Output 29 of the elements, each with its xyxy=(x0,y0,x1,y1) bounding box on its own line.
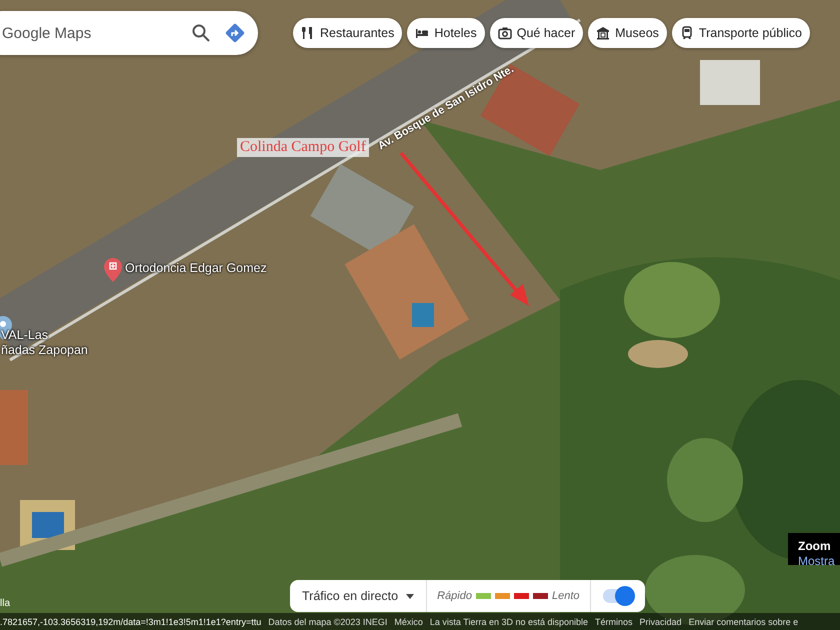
category-chip[interactable]: Transporte público xyxy=(672,18,810,48)
footer-link[interactable]: La vista Tierra en 3D no está disponible xyxy=(430,616,588,626)
legend-label: Rápido xyxy=(437,590,472,602)
legend-label: Lento xyxy=(552,590,580,602)
url-text: .7821657,-103.3656319,192m/data=!3m1!1e3!5m1!1e1?entry=ttu xyxy=(0,616,262,626)
footer-link[interactable]: Términos xyxy=(595,616,633,626)
transit-icon xyxy=(680,26,694,40)
footer-link[interactable]: Enviar comentarios sobre e xyxy=(688,616,798,626)
category-chip[interactable]: Hoteles xyxy=(407,18,485,48)
search-icon[interactable] xyxy=(192,24,210,42)
footer-link[interactable]: México xyxy=(394,616,423,626)
search-bar[interactable]: Google Maps xyxy=(0,11,258,55)
traffic-dropdown[interactable]: Tráfico en directo xyxy=(290,580,428,612)
camera-icon xyxy=(498,26,512,40)
footer-link[interactable]: Privacidad xyxy=(640,616,682,626)
restaurant-icon xyxy=(301,26,315,40)
url-fragment: lla xyxy=(0,598,10,609)
annotation-label: Colinda Campo Golf xyxy=(237,138,369,157)
category-chip[interactable]: Restaurantes xyxy=(293,18,402,48)
tooltip-title: Zoom xyxy=(798,539,832,554)
traffic-toggle[interactable] xyxy=(602,589,632,603)
hotel-icon xyxy=(415,26,430,40)
category-chip[interactable]: Museos xyxy=(588,18,667,48)
map-pin-icon[interactable] xyxy=(104,258,122,282)
category-chip[interactable]: Qué hacer xyxy=(490,18,584,48)
footer-link[interactable]: Datos del mapa ©2023 INEGI xyxy=(268,616,388,626)
museum-icon xyxy=(596,26,610,40)
caret-icon xyxy=(406,594,414,598)
search-field[interactable]: Google Maps xyxy=(0,24,178,42)
